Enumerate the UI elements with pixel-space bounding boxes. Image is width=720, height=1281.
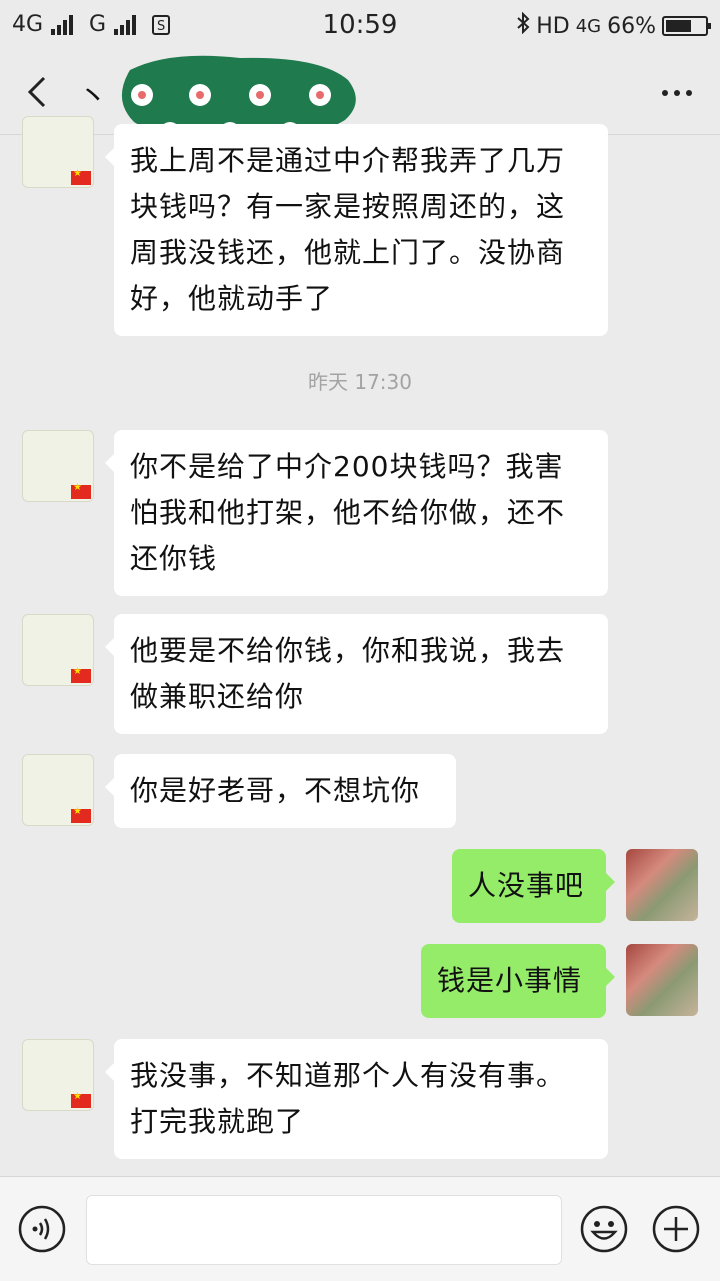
message-bubble[interactable]: 钱是小事情 <box>421 944 615 1018</box>
input-bar <box>0 1176 720 1281</box>
chat-header: 丶 <box>0 50 720 142</box>
my-avatar[interactable] <box>626 944 698 1016</box>
my-avatar[interactable] <box>626 849 698 921</box>
message-timestamp: 昨天 17:30 <box>308 370 412 394</box>
hd-label: HD <box>536 13 570 39</box>
battery-percent: 66% <box>607 13 656 39</box>
message-bubble[interactable]: 人没事吧 <box>452 849 615 923</box>
flag-icon <box>71 482 91 499</box>
chat-title: 丶 <box>78 80 108 115</box>
network-label-4g-data: 4G <box>575 15 602 37</box>
contact-avatar[interactable] <box>22 754 94 826</box>
back-arrow-icon[interactable] <box>20 72 60 112</box>
voice-icon[interactable] <box>18 1205 66 1253</box>
message-bubble[interactable]: 他要是不给你钱，你和我说，我去做兼职还给你 <box>105 614 608 734</box>
bluetooth-icon <box>516 11 530 40</box>
flag-icon <box>71 1091 91 1108</box>
message-bubble[interactable]: 我没事，不知道那个人有没有事。打完我就跑了 <box>105 1039 608 1159</box>
message-bubble[interactable]: 你不是给了中介200块钱吗？我害怕我和他打架，他不给你做，还不还你钱 <box>105 430 608 596</box>
flag-icon <box>71 168 91 185</box>
status-bar: 4G G S 10:59 HD 4G 66% <box>0 0 720 50</box>
battery-icon <box>662 16 711 36</box>
contact-avatar[interactable] <box>22 116 94 188</box>
message-bubble[interactable]: 你是好老哥，不想坑你 <box>105 754 456 828</box>
contact-avatar[interactable] <box>22 614 94 686</box>
flag-icon <box>71 666 91 683</box>
more-icon[interactable] <box>662 90 692 96</box>
contact-avatar[interactable] <box>22 1039 94 1111</box>
flag-icon <box>71 806 91 823</box>
plus-icon[interactable] <box>652 1205 700 1253</box>
message-input[interactable] <box>86 1195 562 1265</box>
contact-avatar[interactable] <box>22 430 94 502</box>
status-right-group: HD 4G 66% <box>516 11 711 40</box>
emoji-icon[interactable] <box>580 1205 628 1253</box>
message-bubble[interactable]: 我上周不是通过中介帮我弄了几万块钱吗？有一家是按照周还的，这周我没钱还，他就上门… <box>105 124 608 336</box>
